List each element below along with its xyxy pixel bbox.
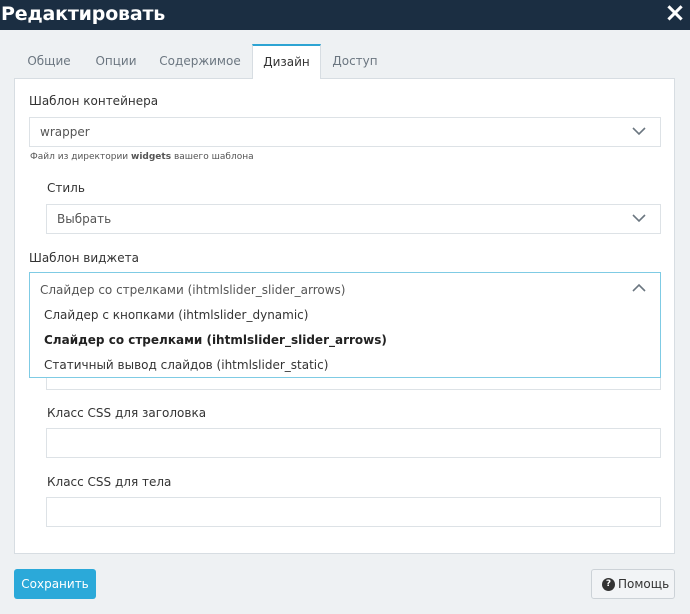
help-button[interactable]: ? Помощь: [591, 569, 675, 599]
chevron-down-icon: [632, 214, 646, 223]
tab-options[interactable]: Опции: [84, 44, 148, 78]
dialog-title: Редактировать: [1, 3, 166, 25]
header-css-input[interactable]: [46, 428, 661, 458]
tab-content[interactable]: Содержимое: [148, 44, 252, 78]
widget-template-value: Слайдер со стрелками (ihtmlslider_slider…: [40, 283, 346, 297]
widget-option-dynamic[interactable]: Слайдер с кнопками (ihtmlslider_dynamic): [44, 308, 308, 322]
style-value: Выбрать: [57, 212, 112, 226]
close-icon[interactable]: ×: [663, 0, 687, 28]
hint-bold-text: widgets: [131, 152, 172, 162]
body-css-input[interactable]: [46, 497, 661, 527]
container-template-label: Шаблон контейнера: [29, 94, 159, 108]
container-template-hint: Файл из директории widgets вашего шаблон…: [30, 152, 254, 162]
header-css-label: Класс CSS для заголовка: [47, 406, 207, 420]
tab-general[interactable]: Общие: [14, 44, 84, 78]
question-circle-icon: ?: [602, 578, 615, 591]
save-button[interactable]: Сохранить: [14, 569, 96, 599]
widget-template-dropdown: Слайдер со стрелками (ihtmlslider_slider…: [29, 272, 661, 378]
chevron-down-icon: [632, 127, 646, 136]
style-select[interactable]: Выбрать: [46, 204, 661, 234]
widget-template-label: Шаблон виджета: [29, 251, 139, 265]
tab-access[interactable]: Доступ: [321, 44, 389, 78]
widget-template-select[interactable]: Слайдер со стрелками (ihtmlslider_slider…: [30, 273, 660, 305]
chevron-up-icon: [632, 283, 646, 292]
style-label: Стиль: [47, 181, 85, 195]
widget-option-static[interactable]: Статичный вывод слайдов (ihtmlslider_sta…: [44, 358, 328, 372]
body-css-label: Класс CSS для тела: [47, 475, 172, 489]
widget-option-slider-arrows[interactable]: Слайдер со стрелками (ihtmlslider_slider…: [44, 333, 387, 347]
container-template-value: wrapper: [40, 125, 90, 139]
hint-suffix-text: вашего шаблона: [173, 152, 254, 162]
dialog-titlebar: Редактировать ×: [0, 0, 690, 30]
help-button-label: Помощь: [618, 577, 670, 591]
tab-design[interactable]: Дизайн: [252, 44, 321, 79]
container-template-select[interactable]: wrapper: [29, 117, 661, 147]
hint-text: Файл из директории: [30, 152, 129, 162]
